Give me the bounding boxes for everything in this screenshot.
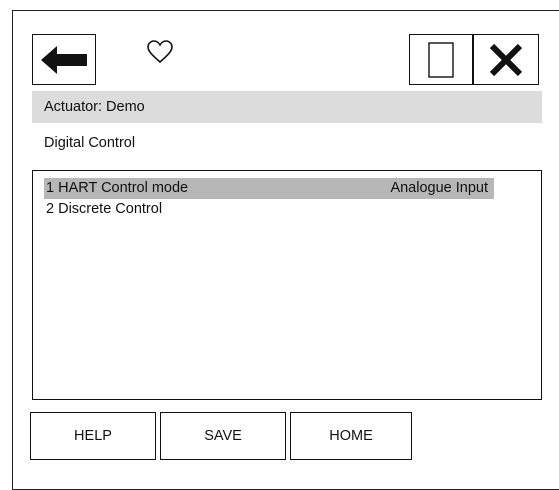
- menu-item-hart-control-mode[interactable]: 1 HART Control mode Analogue Input: [44, 178, 494, 199]
- actuator-label: Actuator: Demo: [44, 99, 145, 115]
- help-button[interactable]: HELP: [30, 412, 156, 460]
- back-button[interactable]: [32, 34, 96, 85]
- menu-list: 1 HART Control mode Analogue Input 2 Dis…: [32, 170, 542, 400]
- menu-item-label: 2 Discrete Control: [46, 201, 163, 217]
- rectangle-icon: [428, 41, 454, 78]
- menu-item-value: Analogue Input: [390, 180, 488, 196]
- heart-outline-icon[interactable]: [147, 40, 173, 64]
- page-title: Digital Control: [44, 135, 136, 151]
- menu-item-discrete-control[interactable]: 2 Discrete Control: [44, 199, 494, 220]
- close-button[interactable]: [473, 34, 539, 85]
- close-x-icon: [489, 43, 523, 76]
- actuator-name-bar: Actuator: Demo: [32, 91, 542, 123]
- menu-item-label: 1 HART Control mode: [46, 180, 189, 196]
- home-button[interactable]: HOME: [290, 412, 412, 460]
- arrow-left-icon: [41, 45, 87, 74]
- save-button[interactable]: SAVE: [160, 412, 286, 460]
- window-button[interactable]: [409, 34, 473, 85]
